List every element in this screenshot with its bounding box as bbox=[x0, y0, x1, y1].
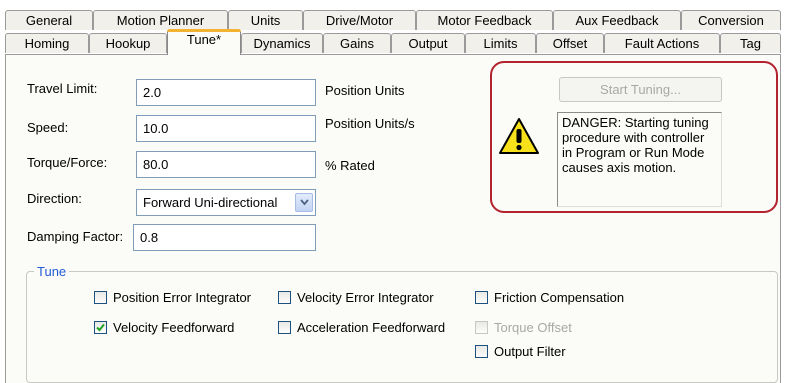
checkbox-box bbox=[475, 321, 488, 334]
torque-force-label: Torque/Force: bbox=[27, 155, 108, 170]
checkbox-box[interactable] bbox=[278, 291, 291, 304]
torque-offset-checkbox: Torque Offset bbox=[475, 320, 572, 335]
speed-unit: Position Units/s bbox=[325, 116, 415, 131]
velocity-error-integrator-checkbox[interactable]: Velocity Error Integrator bbox=[278, 290, 434, 305]
tune-group-title: Tune bbox=[34, 264, 70, 279]
output-filter-checkbox[interactable]: Output Filter bbox=[475, 344, 566, 359]
damping-factor-label: Damping Factor: bbox=[27, 229, 124, 244]
warning-icon bbox=[497, 116, 541, 156]
torque-force-unit: % Rated bbox=[325, 158, 375, 173]
checkbox-box[interactable] bbox=[475, 345, 488, 358]
tune-form: Travel Limit: 2.0 Position Units Speed: … bbox=[0, 0, 785, 383]
position-error-integrator-checkbox[interactable]: Position Error Integrator bbox=[94, 290, 251, 305]
checkbox-label: Output Filter bbox=[494, 344, 566, 359]
checkbox-label: Position Error Integrator bbox=[113, 290, 252, 305]
checkbox-box[interactable] bbox=[475, 291, 488, 304]
checkbox-label: Acceleration Feedforward bbox=[297, 320, 446, 335]
direction-select[interactable]: Forward Uni-directional bbox=[136, 189, 316, 216]
friction-compensation-checkbox[interactable]: Friction Compensation bbox=[475, 290, 624, 305]
start-tuning-button[interactable]: Start Tuning... bbox=[559, 77, 722, 102]
checkbox-box[interactable] bbox=[278, 321, 291, 334]
checkbox-label: Friction Compensation bbox=[494, 290, 625, 305]
damping-factor-input[interactable]: 0.8 bbox=[133, 224, 316, 251]
direction-label: Direction: bbox=[27, 191, 82, 206]
checkbox-box[interactable] bbox=[94, 291, 107, 304]
acceleration-feedforward-checkbox[interactable]: Acceleration Feedforward bbox=[278, 320, 445, 335]
travel-limit-input[interactable]: 2.0 bbox=[136, 79, 316, 106]
travel-limit-label: Travel Limit: bbox=[27, 81, 98, 96]
checkbox-box[interactable] bbox=[94, 321, 107, 334]
speed-label: Speed: bbox=[27, 120, 69, 135]
travel-limit-unit: Position Units bbox=[325, 83, 405, 98]
checkbox-label: Torque Offset bbox=[494, 320, 572, 335]
chevron-down-icon[interactable] bbox=[295, 193, 313, 212]
torque-force-input[interactable]: 80.0 bbox=[136, 151, 316, 178]
velocity-feedforward-checkbox[interactable]: Velocity Feedforward bbox=[94, 320, 234, 335]
checkbox-label: Velocity Error Integrator bbox=[297, 290, 434, 305]
warning-message: DANGER: Starting tuning procedure with c… bbox=[557, 112, 722, 207]
checkbox-label: Velocity Feedforward bbox=[113, 320, 235, 335]
direction-select-value: Forward Uni-directional bbox=[143, 195, 278, 210]
speed-input[interactable]: 10.0 bbox=[136, 115, 316, 142]
checkmark-icon bbox=[96, 323, 105, 332]
